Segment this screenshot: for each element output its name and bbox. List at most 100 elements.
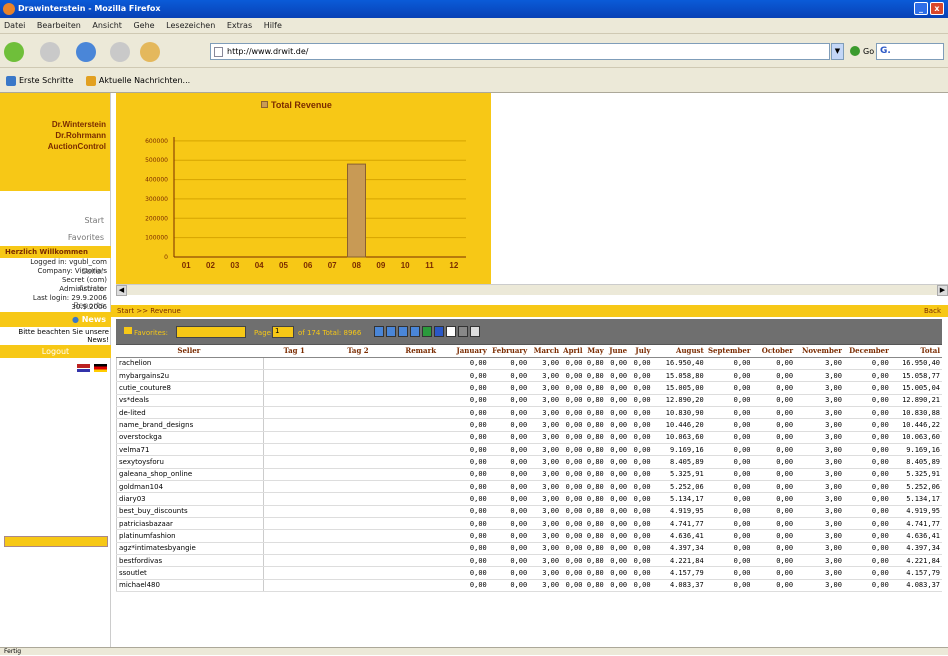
de-flag-icon[interactable] [93,364,107,372]
scroll-right-icon[interactable]: ▶ [937,285,948,296]
table-row[interactable]: patriciasbazaar 0,00 0,00 3,00 0,00 0,80 0,00 0… [116,517,942,531]
scroll-left-icon[interactable]: ◀ [116,285,127,296]
seller-cell[interactable]: sexytoysforu [116,455,264,469]
go-label[interactable]: Go [863,47,874,56]
page-select[interactable]: 1 [272,326,294,338]
column-header[interactable]: February [488,345,530,358]
seller-cell[interactable]: platinumfashion [116,529,264,543]
seller-cell[interactable]: overstockga [116,431,264,444]
table-row[interactable]: ssoutlet 0,00 0,00 3,00 0,00 0,80 0,00 0,00 4.15… [116,566,942,580]
next-page-icon[interactable] [398,326,408,337]
seller-cell[interactable]: patriciasbazaar [116,517,264,531]
table-row[interactable]: best_buy_discounts 0,00 0,00 3,00 0,00 0,80 0,… [116,505,942,518]
column-header[interactable]: July [629,345,653,358]
xml-export-icon[interactable] [434,326,444,337]
column-header[interactable]: Tag 2 [327,345,391,358]
table-cell: 0,00 [561,542,585,556]
column-header[interactable]: October [752,345,796,358]
table-row[interactable]: platinumfashion 0,00 0,00 3,00 0,00 0,80 0,00 0… [116,529,942,543]
first-page-icon[interactable] [374,326,384,337]
table-row[interactable]: diary03 0,00 0,00 3,00 0,00 0,80 0,00 0,00 5.134… [116,492,942,506]
seller-cell[interactable]: michael480 [116,579,264,593]
column-header[interactable]: January [452,345,489,358]
print-icon[interactable] [458,326,468,337]
csv-export-icon[interactable] [446,326,456,337]
minimize-button[interactable]: _ [914,2,928,15]
home-icon[interactable] [140,42,160,62]
url-input[interactable]: http://www.drwit.de/ [210,43,830,60]
seller-cell[interactable]: mybargains2u [116,369,264,383]
column-header[interactable]: Seller [116,345,264,358]
table-row[interactable]: bestfordivas 0,00 0,00 3,00 0,00 0,80 0,00 0,00… [116,554,942,568]
table-row[interactable]: mybargains2u 0,00 0,00 3,00 0,00 0,80 0,00 0,00… [116,369,942,383]
menu-hilfe[interactable]: Hilfe [264,21,282,30]
menu-bearbeiten[interactable]: Bearbeiten [37,21,81,30]
menu-lesezeichen[interactable]: Lesezeichen [166,21,215,30]
table-row[interactable]: overstockga 0,00 0,00 3,00 0,00 0,80 0,00 0,00 1… [116,431,942,444]
menu-gehe[interactable]: Gehe [133,21,154,30]
column-header[interactable]: Tag 1 [263,345,328,358]
stop-icon[interactable] [110,42,130,62]
column-header[interactable]: March [529,345,562,358]
go-icon[interactable] [850,46,860,56]
close-button[interactable]: x [930,2,944,15]
forward-icon[interactable] [40,42,60,62]
menu-extras[interactable]: Extras [227,21,252,30]
column-header[interactable]: November [795,345,844,358]
table-row[interactable]: galeana_shop_online 0,00 0,00 3,00 0,00 0,80 0… [116,468,942,481]
bookmark-nachrichten[interactable]: Aktuelle Nachrichten... [85,68,190,93]
bookmark-erste-schritte[interactable]: Erste Schritte [6,68,73,93]
seller-cell[interactable]: rachelion [116,357,264,370]
news-header[interactable]: ● News [0,312,111,327]
table-row[interactable]: goldman104 0,00 0,00 3,00 0,00 0,80 0,00 0,00 5.… [116,480,942,494]
table-row[interactable]: de-lited 0,00 0,00 3,00 0,00 0,80 0,00 0,00 10.8… [116,406,942,420]
us-flag-icon[interactable] [77,364,90,372]
table-row[interactable]: agz*intimatesbyangie 0,00 0,00 3,00 0,00 0,80… [116,542,942,556]
favorites-select[interactable] [176,326,246,338]
seller-cell[interactable]: vs*deals [116,394,264,407]
seller-cell[interactable]: bestfordivas [116,554,264,568]
url-dropdown[interactable]: ▼ [831,43,844,60]
back-link[interactable]: Back [924,305,941,317]
column-header[interactable]: September [705,345,753,358]
column-header[interactable]: May [584,345,606,358]
column-header[interactable]: Total [890,345,942,358]
binoculars-icon[interactable] [470,326,480,337]
seller-cell[interactable]: diary03 [116,492,264,506]
table-row[interactable]: sexytoysforu 0,00 0,00 3,00 0,00 0,80 0,00 0,00… [116,455,942,469]
seller-cell[interactable]: agz*intimatesbyangie [116,542,264,556]
table-row[interactable]: velma71 0,00 0,00 3,00 0,00 0,80 0,00 0,00 9.169… [116,443,942,457]
table-cell: 10.830,88 [890,406,942,420]
reload-icon[interactable] [76,42,96,62]
table-row[interactable]: cutie_couture8 0,00 0,00 3,00 0,00 0,80 0,00 0,… [116,381,942,395]
column-header[interactable]: August [652,345,706,358]
column-header[interactable]: April [561,345,585,358]
table-row[interactable]: michael480 0,00 0,00 3,00 0,00 0,80 0,00 0,00 4.… [116,579,942,593]
table-cell: 0,00 [629,455,653,469]
seller-cell[interactable]: cutie_couture8 [116,381,264,395]
seller-cell[interactable]: best_buy_discounts [116,505,264,518]
back-icon[interactable] [4,42,24,62]
seller-cell[interactable]: velma71 [116,443,264,457]
logout-button[interactable]: Logout [0,345,111,358]
prev-page-icon[interactable] [386,326,396,337]
column-header[interactable]: December [843,345,891,358]
column-header[interactable]: June [605,345,630,358]
table-row[interactable]: rachelion 0,00 0,00 3,00 0,00 0,80 0,00 0,00 16.… [116,357,942,370]
seller-cell[interactable]: ssoutlet [116,566,264,580]
table-row[interactable]: name_brand_designs 0,00 0,00 3,00 0,00 0,80 0,… [116,418,942,432]
table-cell: 0,00 [752,381,796,395]
excel-export-icon[interactable] [422,326,432,337]
table-row[interactable]: vs*deals 0,00 0,00 3,00 0,00 0,80 0,00 0,00 12.8… [116,394,942,407]
search-input[interactable]: G. [876,43,944,60]
menu-ansicht[interactable]: Ansicht [92,21,122,30]
seller-cell[interactable]: galeana_shop_online [116,468,264,481]
seller-cell[interactable]: name_brand_designs [116,418,264,432]
horizontal-scrollbar[interactable]: ◀ ▶ [116,284,948,296]
last-page-icon[interactable] [410,326,420,337]
seller-cell[interactable]: de-lited [116,406,264,420]
nav-start[interactable]: Start [0,216,104,233]
column-header[interactable]: Remark [390,345,453,358]
seller-cell[interactable]: goldman104 [116,480,264,494]
menu-datei[interactable]: Datei [4,21,25,30]
